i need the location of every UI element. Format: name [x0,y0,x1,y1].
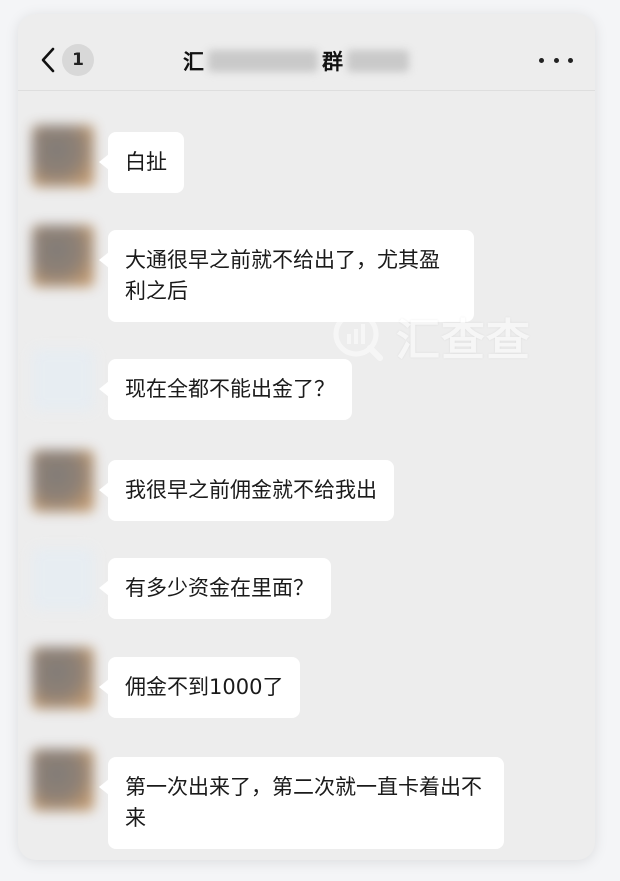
redacted-title-segment [208,50,318,72]
message-bubble[interactable]: 我很早之前佣金就不给我出 [99,460,394,521]
chat-screen: 1 汇 群 白扯 大通很早之前就不给出了，尤其盈利之后 现在全都不能出金了？ 我… [18,14,595,860]
avatar[interactable] [32,749,94,811]
message-bubble[interactable]: 大通很早之前就不给出了，尤其盈利之后 [99,230,474,322]
redacted-title-suffix [347,50,409,72]
more-dot [539,57,544,63]
more-dot [568,57,573,63]
avatar[interactable] [32,349,94,411]
chat-header: 1 汇 群 [18,14,595,91]
chat-title-prefix: 汇 [183,50,204,74]
chevron-left-icon [41,47,55,73]
avatar[interactable] [32,450,94,512]
message-list[interactable]: 白扯 大通很早之前就不给出了，尤其盈利之后 现在全都不能出金了？ 我很早之前佣金… [18,91,595,860]
back-button[interactable]: 1 [38,42,118,78]
message-bubble[interactable]: 有多少资金在里面？ [99,558,331,619]
more-options-button[interactable] [539,48,573,72]
more-dot [553,57,559,63]
unread-count-badge: 1 [62,44,94,76]
message-bubble[interactable]: 佣金不到1000了 [98,657,301,718]
chat-title-group-label: 群 [322,50,343,74]
message-bubble[interactable]: 白扯 [99,132,184,193]
message-bubble[interactable]: 第一次出来了，第二次就一直卡着出不来 [99,757,504,849]
chat-title: 汇 群 [183,44,413,78]
avatar[interactable] [32,225,94,287]
avatar[interactable] [32,125,94,187]
message-bubble[interactable]: 现在全都不能出金了？ [99,359,352,420]
avatar[interactable] [32,647,94,709]
avatar[interactable] [32,548,94,610]
